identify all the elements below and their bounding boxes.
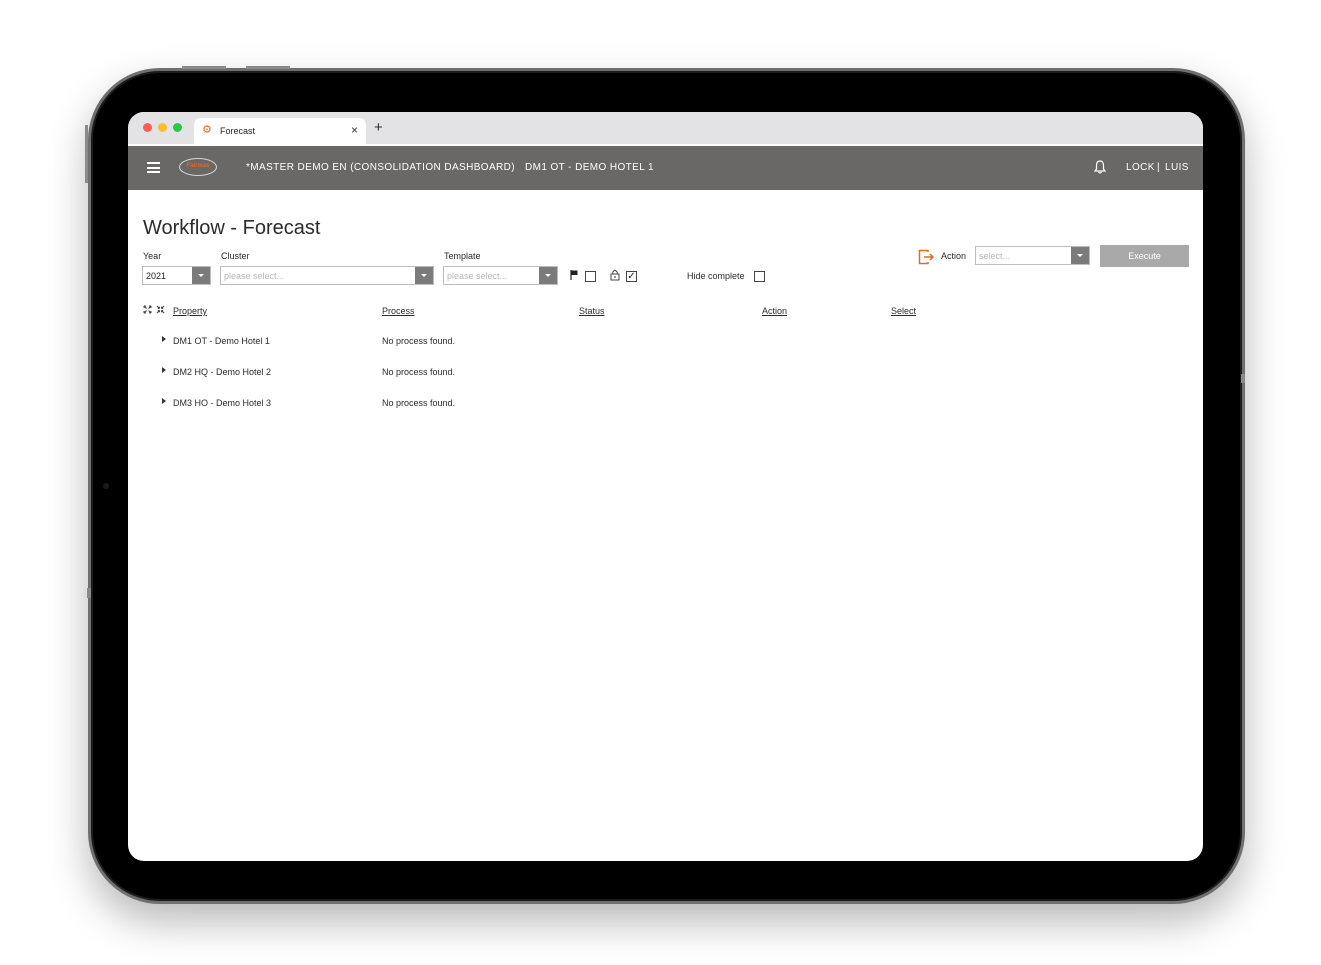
gears-icon: ⚙ bbox=[202, 124, 212, 136]
row-expand-icon[interactable] bbox=[162, 336, 166, 342]
chevron-down-icon[interactable] bbox=[415, 267, 433, 284]
action-placeholder: select... bbox=[979, 251, 1011, 261]
lock-link[interactable]: LOCK bbox=[1126, 162, 1155, 173]
action-select[interactable]: select... bbox=[975, 246, 1090, 265]
table-row-process: No process found. bbox=[382, 398, 456, 408]
window-close-dot[interactable] bbox=[143, 123, 152, 132]
column-header-property[interactable]: Property bbox=[173, 306, 207, 316]
table-row-property[interactable]: DM3 HO - Demo Hotel 3 bbox=[173, 398, 271, 408]
hotel-name[interactable]: DM1 OT - DEMO HOTEL 1 bbox=[525, 162, 654, 173]
row-expand-icon[interactable] bbox=[162, 367, 166, 373]
device-volume-button-1 bbox=[182, 66, 226, 69]
chevron-down-icon[interactable] bbox=[192, 267, 210, 284]
page-title: Workflow - Forecast bbox=[143, 217, 321, 239]
sign-out-icon bbox=[918, 249, 934, 265]
column-header-select[interactable]: Select bbox=[891, 306, 916, 316]
hamburger-icon[interactable] bbox=[147, 162, 160, 173]
year-select[interactable]: 2021 bbox=[142, 266, 211, 285]
app-header: Fairmas *MASTER DEMO EN (CONSOLIDATION D… bbox=[128, 146, 1203, 190]
header-separator: | bbox=[1157, 162, 1160, 173]
row-expand-icon[interactable] bbox=[162, 398, 166, 404]
column-header-process[interactable]: Process bbox=[382, 306, 415, 316]
action-label: Action bbox=[941, 251, 967, 261]
lock-checkbox-checked[interactable]: ✓ bbox=[626, 271, 637, 282]
table-row-process: No process found. bbox=[382, 367, 456, 377]
screen: ⚙ Forecast × + Fairmas *MASTER DEMO EN (… bbox=[128, 112, 1203, 861]
browser-tab-bar: ⚙ Forecast × + bbox=[128, 112, 1203, 144]
hide-complete-checkbox[interactable] bbox=[754, 271, 765, 282]
hide-complete-label: Hide complete bbox=[687, 271, 745, 281]
company-name[interactable]: *MASTER DEMO EN (CONSOLIDATION DASHBOARD… bbox=[246, 162, 515, 173]
template-label: Template bbox=[444, 251, 481, 261]
flag-icon bbox=[570, 270, 578, 280]
cluster-label: Cluster bbox=[221, 251, 250, 261]
device-volume-button-2 bbox=[246, 66, 290, 69]
expand-all-icon[interactable] bbox=[143, 305, 152, 314]
year-value: 2021 bbox=[146, 271, 167, 281]
device-left-button bbox=[87, 588, 91, 598]
tab-close-icon[interactable]: × bbox=[351, 123, 358, 137]
chevron-down-icon[interactable] bbox=[1071, 247, 1089, 264]
table-row-property[interactable]: DM2 HQ - Demo Hotel 2 bbox=[173, 367, 271, 377]
tab-title: Forecast bbox=[220, 126, 256, 136]
browser-tab[interactable]: ⚙ Forecast × bbox=[194, 118, 366, 144]
new-tab-button[interactable]: + bbox=[374, 119, 383, 136]
main-content: Workflow - Forecast Year 2021 Cluster pl… bbox=[128, 190, 1203, 861]
template-placeholder: please select... bbox=[447, 271, 508, 281]
device-side-button bbox=[85, 125, 88, 183]
device-camera bbox=[103, 483, 109, 489]
collapse-all-icon[interactable] bbox=[156, 305, 165, 314]
lock-icon bbox=[610, 270, 620, 281]
flag-checkbox[interactable] bbox=[585, 271, 596, 282]
company-logo[interactable]: Fairmas bbox=[179, 158, 217, 176]
table-row-property[interactable]: DM1 OT - Demo Hotel 1 bbox=[173, 336, 270, 346]
device-right-button bbox=[1241, 374, 1245, 383]
bell-icon[interactable] bbox=[1094, 160, 1106, 174]
column-header-status[interactable]: Status bbox=[579, 306, 605, 316]
chevron-down-icon[interactable] bbox=[539, 267, 557, 284]
cluster-placeholder: please select... bbox=[224, 271, 285, 281]
window-maximize-dot[interactable] bbox=[173, 123, 182, 132]
user-menu[interactable]: LUIS bbox=[1165, 162, 1189, 173]
execute-button[interactable]: Execute bbox=[1100, 245, 1189, 267]
year-label: Year bbox=[143, 251, 162, 261]
column-header-action[interactable]: Action bbox=[762, 306, 787, 316]
table-row-process: No process found. bbox=[382, 336, 456, 346]
window-minimize-dot[interactable] bbox=[158, 123, 167, 132]
cluster-select[interactable]: please select... bbox=[220, 266, 434, 285]
template-select[interactable]: please select... bbox=[443, 266, 558, 285]
